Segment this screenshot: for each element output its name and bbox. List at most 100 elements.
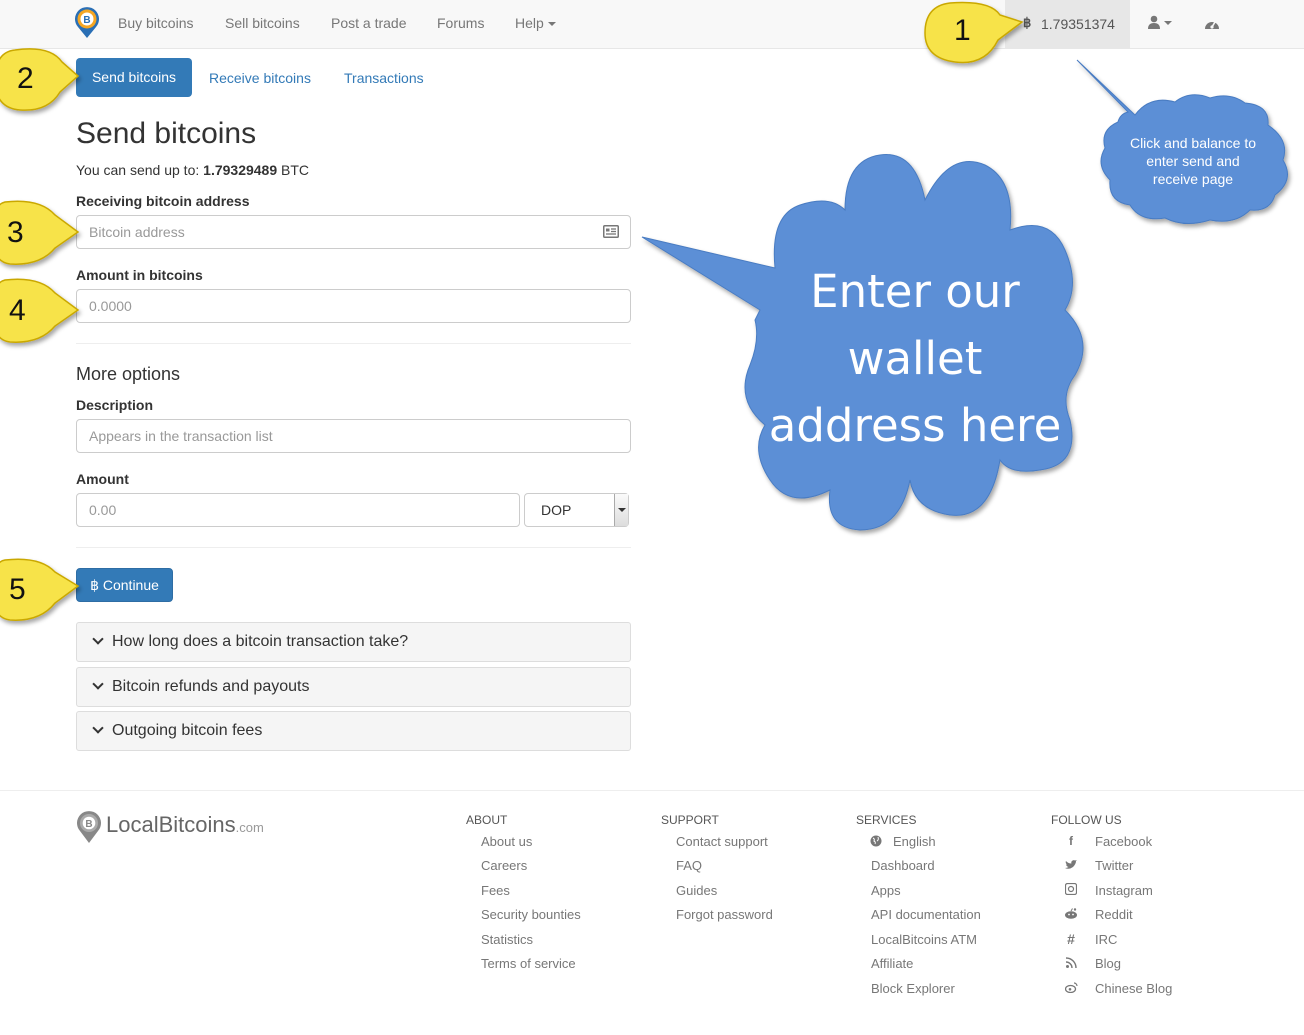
currency-select-value: DOP (541, 502, 572, 518)
footer-link[interactable]: Dashboard (871, 858, 935, 873)
fiat-amount-input[interactable] (76, 493, 520, 527)
footer-link[interactable]: FAQ (676, 858, 702, 873)
footer-logo-text[interactable]: LocalBitcoins.com (106, 812, 264, 838)
callout-number-5: 5 (9, 573, 26, 606)
user-menu-icon[interactable] (1148, 15, 1176, 36)
chevron-down-icon (92, 633, 104, 645)
footer-follow-heading: FOLLOW US (1051, 813, 1122, 827)
callout-2 (0, 48, 80, 111)
nav-post-a-trade[interactable]: Post a trade (331, 15, 407, 31)
footer-link[interactable]: Terms of service (481, 956, 576, 971)
footer-link[interactable]: English (893, 834, 936, 849)
footer-link[interactable]: Guides (676, 883, 717, 898)
reddit-icon (1064, 908, 1078, 922)
footer-link[interactable]: IRC (1095, 932, 1117, 947)
footer-link[interactable]: Affiliate (871, 956, 913, 971)
divider (76, 343, 631, 344)
footer-link[interactable]: Instagram (1095, 883, 1153, 898)
accordion-transaction-time[interactable]: How long does a bitcoin transaction take… (76, 622, 631, 662)
address-label: Receiving bitcoin address (76, 193, 250, 209)
accordion-outgoing-fees[interactable]: Outgoing bitcoin fees (76, 711, 631, 751)
balance-bubble-text: Click and balance to enter send and rece… (1113, 134, 1273, 188)
footer-link[interactable]: Statistics (481, 932, 533, 947)
currency-select[interactable]: DOP (524, 493, 629, 527)
footer-link[interactable]: API documentation (871, 907, 981, 922)
address-book-icon[interactable] (603, 225, 619, 243)
nav-help-dropdown[interactable]: Help (515, 15, 556, 31)
nav-buy-bitcoins[interactable]: Buy bitcoins (118, 15, 193, 31)
send-limit-unit: BTC (277, 162, 310, 178)
footer-link[interactable]: Twitter (1095, 858, 1133, 873)
description-input[interactable] (76, 419, 631, 453)
globe-icon (869, 835, 883, 850)
facebook-icon: f (1069, 834, 1073, 848)
send-limit-amount: 1.79329489 (203, 162, 278, 178)
nav-sell-bitcoins[interactable]: Sell bitcoins (225, 15, 300, 31)
instagram-icon (1064, 882, 1078, 898)
wallet-bubble-line: wallet (847, 332, 983, 385)
select-arrow-icon (614, 494, 628, 526)
send-limit-prefix: You can send up to: (76, 162, 204, 178)
svg-text:B: B (83, 15, 90, 26)
twitter-icon (1064, 859, 1078, 873)
wallet-bubble-line: address here (768, 399, 1062, 452)
footer-link[interactable]: Chinese Blog (1095, 981, 1172, 996)
more-options-heading: More options (76, 364, 181, 384)
nav-forums[interactable]: Forums (437, 15, 484, 31)
continue-button[interactable]: ฿ Continue (76, 568, 173, 602)
footer-divider (0, 790, 1304, 791)
footer-link[interactable]: Careers (481, 858, 527, 873)
accordion-refunds-payouts[interactable]: Bitcoin refunds and payouts (76, 667, 631, 707)
wallet-bubble-line: Enter our (810, 265, 1020, 318)
footer-logo-main: LocalBitcoins (106, 812, 236, 837)
footer-link[interactable]: Facebook (1095, 834, 1152, 849)
footer-about-heading: ABOUT (466, 813, 508, 827)
send-limit-text: You can send up to: 1.79329489 BTC (76, 162, 309, 178)
localbitcoins-footer-logo-icon[interactable]: B (76, 810, 102, 844)
localbitcoins-logo-icon[interactable]: B (74, 7, 100, 39)
accordion-title: How long does a bitcoin transaction take… (112, 633, 409, 650)
callout-number-1: 1 (954, 14, 971, 47)
amount-bitcoins-input[interactable] (76, 289, 631, 323)
footer-link[interactable]: Forgot password (676, 907, 773, 922)
chevron-down-icon (92, 722, 104, 734)
wallet-bubble-text: Enter our wallet address here (765, 258, 1065, 459)
callout-number-3: 3 (7, 216, 24, 249)
balance-amount: 1.79351374 (1041, 16, 1115, 32)
bitcoin-address-input[interactable] (76, 215, 631, 249)
description-label: Description (76, 397, 154, 413)
footer-services-heading: SERVICES (856, 813, 917, 827)
tab-transactions[interactable]: Transactions (344, 70, 424, 86)
page-title: Send bitcoins (76, 117, 257, 150)
footer-link[interactable]: Apps (871, 883, 901, 898)
tab-receive-bitcoins[interactable]: Receive bitcoins (209, 70, 311, 86)
dashboard-icon[interactable] (1204, 16, 1220, 37)
footer-link[interactable]: Fees (481, 883, 510, 898)
footer-link[interactable]: Reddit (1095, 907, 1133, 922)
footer-support-heading: SUPPORT (661, 813, 719, 827)
page: B Buy bitcoins Sell bitcoins Post a trad… (0, 0, 1304, 1035)
balance-bubble-line: Click and balance to (1129, 135, 1257, 151)
footer-link[interactable]: LocalBitcoins ATM (871, 932, 977, 947)
amount-bitcoins-label: Amount in bitcoins (76, 267, 203, 283)
footer-link[interactable]: About us (481, 834, 532, 849)
footer-link[interactable]: Security bounties (481, 907, 581, 922)
rss-icon (1064, 957, 1078, 971)
bitcoin-icon: ฿ (1023, 15, 1032, 30)
chevron-down-icon (92, 678, 104, 690)
hashtag-icon: # (1067, 931, 1075, 947)
balance-bubble-line: receive page (1152, 171, 1234, 187)
footer-link[interactable]: Contact support (676, 834, 768, 849)
footer-logo-suffix: .com (235, 820, 264, 835)
footer-link[interactable]: Block Explorer (871, 981, 955, 996)
accordion-title: Outgoing bitcoin fees (112, 722, 263, 739)
footer-link[interactable]: Blog (1095, 956, 1121, 971)
amount-label: Amount (76, 471, 129, 487)
tab-send-bitcoins[interactable]: Send bitcoins (76, 58, 192, 97)
callout-number-4: 4 (9, 294, 26, 327)
balance-bubble-line: enter send and (1146, 153, 1240, 169)
callout-number-2: 2 (17, 62, 34, 95)
accordion-title: Bitcoin refunds and payouts (112, 678, 310, 695)
divider (76, 547, 631, 548)
weibo-icon (1064, 982, 1078, 996)
